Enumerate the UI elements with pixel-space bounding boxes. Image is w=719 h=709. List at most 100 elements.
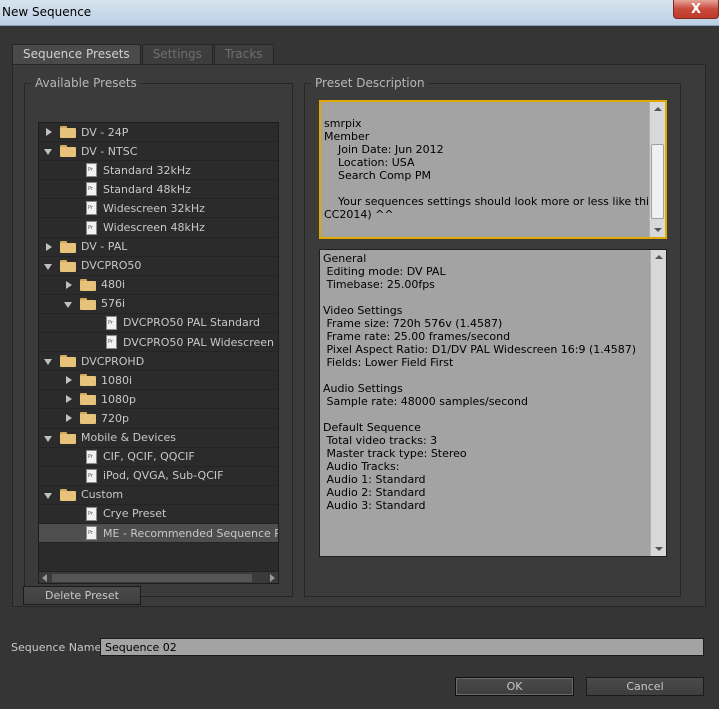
scroll-down-icon[interactable] [651,542,666,556]
expand-down-icon[interactable] [44,490,54,500]
tree-folder-row[interactable]: Mobile & Devices [39,429,278,448]
close-icon: X [690,1,702,17]
tree-item-label: DVCPRO50 PAL Standard [123,316,261,330]
preset-file-icon [86,220,97,235]
folder-icon [80,297,96,310]
folder-icon [60,431,76,444]
cancel-button[interactable]: Cancel [586,677,704,696]
folder-icon [80,278,96,291]
close-button[interactable]: X [673,0,719,19]
tree-preset-row[interactable]: ME - Recommended Sequence Preset [39,523,278,544]
expand-down-icon[interactable] [44,261,54,271]
tree-item-label: DVCPRO50 PAL Widescreen [123,335,274,349]
folder-icon [60,488,76,501]
scroll-down-icon[interactable] [650,223,665,237]
scroll-thumb[interactable] [651,144,664,219]
scroll-right-icon[interactable] [267,573,277,583]
ok-button[interactable]: OK [455,677,574,696]
tree-preset-row[interactable]: Standard 32kHz [39,161,278,181]
preset-info-text: General Editing mode: DV PAL Timebase: 2… [323,252,637,512]
sequence-name-input[interactable] [100,638,704,656]
tree-folder-row[interactable]: 480i [39,276,278,295]
tree-folder-row[interactable]: 1080p [39,390,278,410]
expand-right-icon[interactable] [64,413,74,423]
preset-file-icon [86,449,97,464]
scroll-up-icon[interactable] [650,102,665,116]
window-title: New Sequence [2,5,92,19]
tree-folder-row[interactable]: DVCPROHD [39,352,278,372]
tree-preset-row[interactable]: Widescreen 48kHz [39,218,278,238]
available-presets-label: Available Presets [31,76,141,90]
presets-tree[interactable]: DV - 24P DV - NTSC Standard 32kHz Standard … [38,122,279,584]
preset-file-icon [86,201,97,216]
tree-preset-row[interactable]: CIF, QCIF, QQCIF [39,448,278,467]
tree-item-label: 480i [101,278,126,292]
expand-down-icon[interactable] [44,433,54,443]
tree-rows: DV - 24P DV - NTSC Standard 32kHz Standard … [39,123,278,544]
folder-icon [60,240,76,253]
expand-right-icon[interactable] [64,394,74,404]
preset-description-label: Preset Description [311,76,429,90]
tree-item-label: Mobile & Devices [81,431,177,445]
preset-file-icon [86,182,97,197]
tab-bar: Sequence Presets Settings Tracks [12,44,275,64]
sequence-name-label: Sequence Name: [11,641,105,654]
preset-info-box: General Editing mode: DV PAL Timebase: 2… [319,249,667,557]
preset-info-scrollbar[interactable] [650,250,666,556]
tree-folder-row[interactable]: DV - NTSC [39,142,278,162]
folder-icon [80,412,96,425]
tree-item-label: DV - 24P [81,125,129,139]
tree-folder-row[interactable]: DV - 24P [39,123,278,143]
new-sequence-dialog: Sequence Presets Settings Tracks Availab… [0,26,719,709]
tree-preset-row[interactable]: DVCPRO50 PAL Standard [39,314,278,334]
scroll-left-icon[interactable] [40,573,50,583]
tab-tracks[interactable]: Tracks [213,44,274,64]
tree-preset-row[interactable]: Widescreen 32kHz [39,199,278,219]
scroll-up-icon[interactable] [651,250,666,264]
tree-item-label: Widescreen 32kHz [103,201,205,215]
tree-preset-row[interactable]: DVCPRO50 PAL Widescreen [39,333,278,353]
tree-preset-row[interactable]: iPod, QVGA, Sub-QCIF [39,467,278,486]
tree-folder-row[interactable]: 1080i [39,371,278,391]
tree-folder-row[interactable]: 720p [39,409,278,429]
tree-item-label: Standard 32kHz [103,163,191,177]
tree-preset-row[interactable]: Crye Preset [39,505,278,524]
delete-preset-button[interactable]: Delete Preset [23,586,141,605]
expand-right-icon[interactable] [64,280,74,290]
expand-right-icon[interactable] [44,127,54,137]
folder-icon [60,126,76,139]
tab-settings[interactable]: Settings [141,44,213,64]
tree-horizontal-scrollbar[interactable] [39,571,278,583]
tree-item-label: 1080i [101,373,133,387]
tree-item-label: CIF, QCIF, QQCIF [103,450,195,464]
expand-down-icon[interactable] [44,356,54,366]
tree-item-label: ME - Recommended Sequence Preset [103,526,278,540]
tree-item-label: DV - PAL [81,240,128,254]
folder-icon [60,259,76,272]
tree-item-label: Standard 48kHz [103,182,191,196]
tree-item-label: DVCPRO50 [81,259,142,273]
preset-file-icon [86,526,97,541]
expand-down-icon[interactable] [64,299,74,309]
tree-preset-row[interactable]: Standard 48kHz [39,180,278,200]
expand-down-icon[interactable] [44,146,54,156]
expand-right-icon[interactable] [64,375,74,385]
sequence-presets-panel: Available Presets Preset Description smr… [12,64,706,607]
tree-folder-row[interactable]: Custom [39,486,278,505]
preset-file-icon [106,315,117,330]
expand-right-icon[interactable] [44,242,54,252]
user-description-scrollbar[interactable] [649,102,665,237]
preset-file-icon [86,468,97,483]
scroll-thumb[interactable] [52,574,252,582]
tree-folder-row[interactable]: DV - PAL [39,238,278,257]
user-description-box[interactable]: smrpix Member Join Date: Jun 2012 Locati… [319,100,667,239]
tree-folder-row[interactable]: DVCPRO50 [39,257,278,276]
preset-file-icon [86,163,97,178]
tab-sequence-presets[interactable]: Sequence Presets [12,44,141,64]
preset-file-icon [106,335,117,350]
preset-file-icon [86,506,97,521]
folder-icon [60,145,76,158]
folder-icon [60,355,76,368]
title-bar: New Sequence X [0,0,719,26]
tree-folder-row[interactable]: 576i [39,295,278,314]
